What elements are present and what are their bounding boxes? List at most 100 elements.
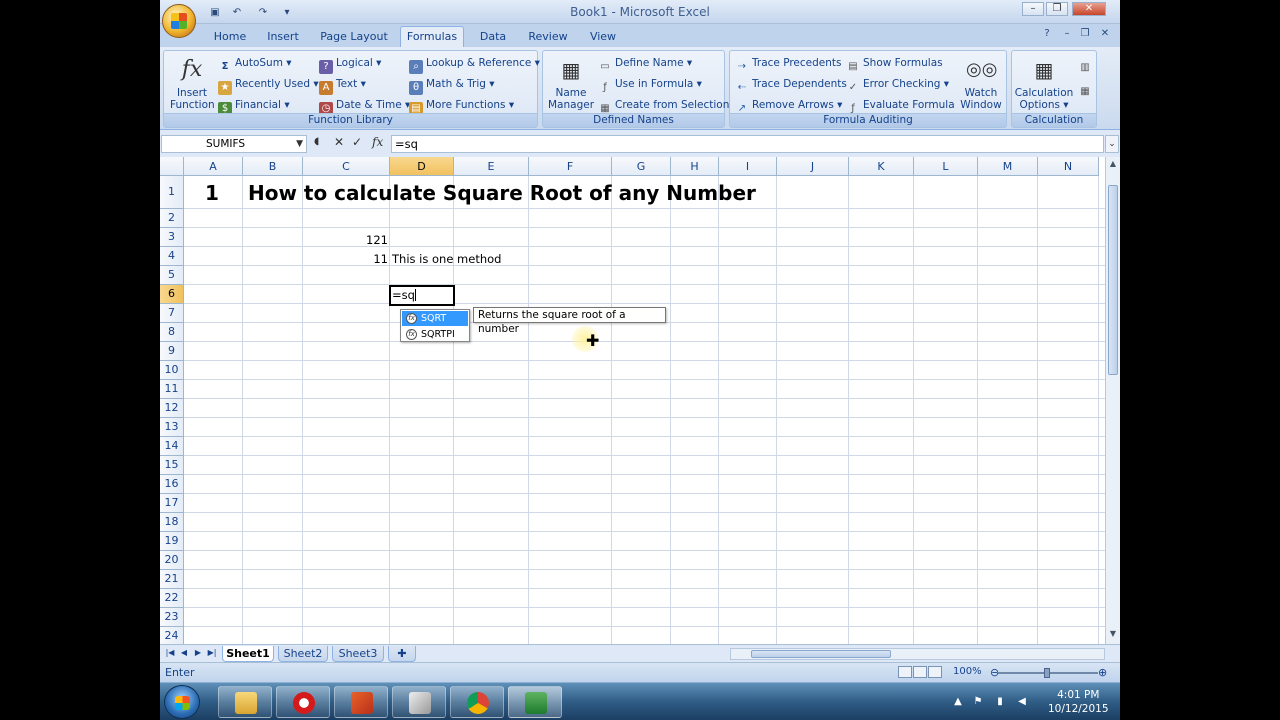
row-header-5[interactable]: 5	[160, 266, 184, 285]
prev-sheet-icon[interactable]: ◀	[178, 647, 190, 659]
vertical-scroll-thumb[interactable]	[1108, 185, 1118, 375]
start-button[interactable]	[164, 685, 200, 719]
row-header-18[interactable]: 18	[160, 513, 184, 532]
customize-qat-icon[interactable]: ▾	[280, 5, 294, 19]
next-sheet-icon[interactable]: ▶	[192, 647, 204, 659]
row-header-11[interactable]: 11	[160, 380, 184, 399]
row-header-4[interactable]: 4	[160, 247, 184, 266]
row-header-15[interactable]: 15	[160, 456, 184, 475]
row-header-21[interactable]: 21	[160, 570, 184, 589]
tab-insert[interactable]: Insert	[263, 28, 303, 48]
redo-icon[interactable]: ↷	[256, 5, 270, 19]
taskbar-app4[interactable]	[392, 686, 446, 718]
taskbar-excel[interactable]	[508, 686, 562, 718]
tab-view[interactable]: View	[584, 28, 622, 48]
define-name-button[interactable]: ▭ Define Name ▾	[598, 56, 692, 74]
taskbar-chrome[interactable]	[450, 686, 504, 718]
row-header-23[interactable]: 23	[160, 608, 184, 627]
column-header-J[interactable]: J	[777, 157, 849, 176]
insert-function-button[interactable]: fx Insert Function	[170, 55, 215, 111]
row-header-13[interactable]: 13	[160, 418, 184, 437]
column-header-N[interactable]: N	[1038, 157, 1099, 176]
tab-data[interactable]: Data	[476, 28, 510, 48]
formula-input[interactable]: =sq	[391, 135, 1104, 153]
calculate-sheet-icon[interactable]: ▦	[1078, 81, 1095, 99]
trace-dependents-button[interactable]: ⇠ Trace Dependents	[735, 77, 847, 95]
row-header-9[interactable]: 9	[160, 342, 184, 361]
column-header-I[interactable]: I	[719, 157, 777, 176]
row-header-2[interactable]: 2	[160, 209, 184, 228]
cell-A1[interactable]: 1	[205, 181, 219, 205]
restore-button[interactable]: ❐	[1046, 2, 1068, 16]
row-header-1[interactable]: 1	[160, 176, 184, 209]
row-header-16[interactable]: 16	[160, 475, 184, 494]
normal-view-icon[interactable]	[898, 666, 912, 678]
trace-precedents-button[interactable]: ⇢ Trace Precedents	[735, 56, 842, 74]
save-icon[interactable]: ▣	[208, 5, 222, 19]
sheet-tab-sheet1[interactable]: Sheet1	[222, 646, 274, 662]
clock[interactable]: 4:01 PM 10/12/2015	[1048, 688, 1109, 716]
last-sheet-icon[interactable]: ▶|	[206, 647, 218, 659]
row-header-22[interactable]: 22	[160, 589, 184, 608]
text-button[interactable]: A Text ▾	[319, 77, 366, 95]
lookup-reference-button[interactable]: ⌕ Lookup & Reference ▾	[409, 56, 540, 74]
enter-icon[interactable]: ✓	[352, 135, 362, 149]
scroll-down-icon[interactable]: ▼	[1107, 629, 1119, 641]
minimize-button[interactable]: –	[1022, 2, 1044, 16]
taskbar-opera[interactable]	[276, 686, 330, 718]
row-header-14[interactable]: 14	[160, 437, 184, 456]
wb-close-icon[interactable]: ✕	[1098, 28, 1112, 42]
zoom-in-icon[interactable]: ⊕	[1098, 666, 1107, 679]
wb-minimize-icon[interactable]: –	[1060, 28, 1074, 42]
row-header-20[interactable]: 20	[160, 551, 184, 570]
expand-formula-bar-icon[interactable]: ⌄	[1105, 135, 1119, 153]
show-formulas-button[interactable]: ▤ Show Formulas	[846, 56, 942, 74]
scroll-up-icon[interactable]: ▲	[1107, 159, 1119, 171]
insert-function-fx-icon[interactable]: fx	[372, 135, 383, 149]
name-manager-button[interactable]: ▦ Name Manager	[547, 55, 595, 111]
column-header-E[interactable]: E	[454, 157, 529, 176]
row-header-17[interactable]: 17	[160, 494, 184, 513]
help-icon[interactable]: ?	[1040, 28, 1054, 42]
row-header-24[interactable]: 24	[160, 627, 184, 644]
column-header-M[interactable]: M	[978, 157, 1038, 176]
row-header-19[interactable]: 19	[160, 532, 184, 551]
row-header-8[interactable]: 8	[160, 323, 184, 342]
vertical-scrollbar[interactable]: ▲ ▼	[1105, 157, 1120, 644]
recently-used-button[interactable]: ★ Recently Used ▾	[218, 77, 319, 95]
tray-expand-icon[interactable]: ▲	[952, 696, 964, 708]
zoom-knob[interactable]	[1044, 668, 1050, 678]
autocomplete-item-sqrtpi[interactable]: fx SQRTPI	[402, 327, 468, 342]
taskbar-explorer[interactable]	[218, 686, 272, 718]
horizontal-scroll-thumb[interactable]	[751, 650, 891, 658]
select-all-corner[interactable]	[160, 157, 184, 176]
column-header-G[interactable]: G	[612, 157, 671, 176]
network-icon[interactable]: ▮	[994, 696, 1006, 708]
zoom-slider[interactable]: ⊖ ⊕	[990, 666, 1107, 679]
wb-restore-icon[interactable]: ❐	[1078, 28, 1092, 42]
row-header-3[interactable]: 3	[160, 228, 184, 247]
watch-window-button[interactable]: ◎◎ Watch Window	[958, 55, 1004, 111]
logical-button[interactable]: ? Logical ▾	[319, 56, 381, 74]
cancel-icon[interactable]: ✕	[334, 135, 344, 149]
tab-review[interactable]: Review	[526, 28, 570, 48]
undo-icon[interactable]: ↶	[230, 5, 244, 19]
action-center-icon[interactable]: ⚑	[972, 696, 984, 708]
autocomplete-item-sqrt[interactable]: fx SQRT	[402, 311, 468, 326]
error-checking-button[interactable]: ✓ Error Checking ▾	[846, 77, 949, 95]
sheet-tab-sheet2[interactable]: Sheet2	[278, 646, 328, 662]
tab-page-layout[interactable]: Page Layout	[320, 28, 388, 48]
name-box[interactable]: SUMIFS ▼	[161, 135, 307, 153]
row-header-7[interactable]: 7	[160, 304, 184, 323]
calculate-now-icon[interactable]: ▥	[1078, 57, 1095, 75]
autosum-button[interactable]: Σ AutoSum ▾	[218, 56, 292, 74]
calculation-options-button[interactable]: ▦ Calculation Options ▾	[1014, 55, 1074, 111]
column-header-F[interactable]: F	[529, 157, 612, 176]
column-header-D[interactable]: D	[390, 157, 454, 176]
volume-icon[interactable]: ◀	[1016, 696, 1028, 708]
cell-C4[interactable]: 11	[360, 252, 388, 266]
sheet-tab-sheet3[interactable]: Sheet3	[332, 646, 384, 662]
name-box-dropdown-icon[interactable]: ▼	[296, 136, 303, 152]
page-break-view-icon[interactable]	[928, 666, 942, 678]
column-header-K[interactable]: K	[849, 157, 914, 176]
